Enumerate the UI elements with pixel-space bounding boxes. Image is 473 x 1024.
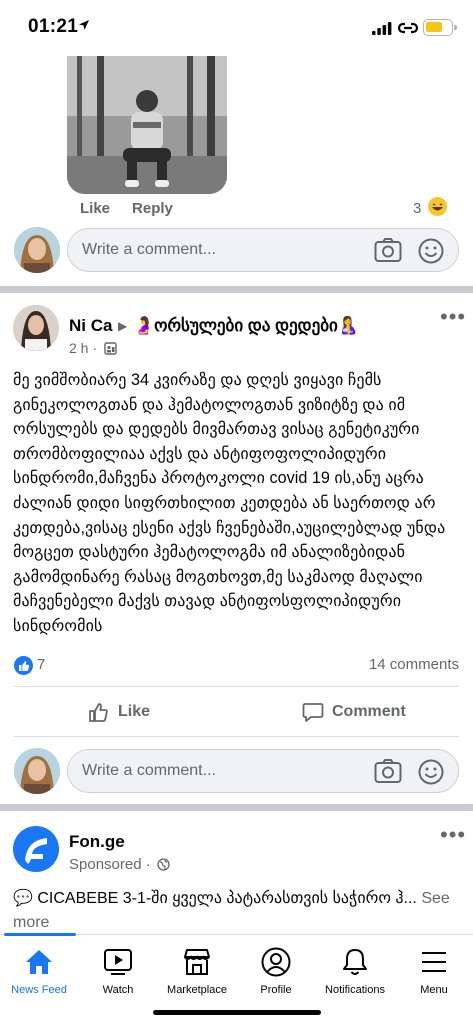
nav-label: Menu <box>420 984 448 996</box>
post-group-name[interactable]: 🤰ორსულები და დედები🤱 <box>133 316 359 336</box>
emoji-icon[interactable] <box>418 238 444 264</box>
menu-icon <box>422 952 446 972</box>
comment-input-placeholder: Write a comment... <box>82 762 216 779</box>
thumbs-up-icon <box>89 703 108 722</box>
signal-icon <box>372 22 392 35</box>
battery-icon <box>423 19 457 36</box>
post-like-label: Like <box>118 703 151 720</box>
active-tab-indicator <box>4 933 76 936</box>
nav-profile[interactable]: Profile <box>236 945 316 996</box>
home-indicator[interactable] <box>153 1010 321 1015</box>
nav-label: News Feed <box>11 984 67 996</box>
camera-icon[interactable] <box>374 237 402 263</box>
fon-ge-logo[interactable] <box>13 826 59 872</box>
comment-input-placeholder: Write a comment... <box>82 241 216 258</box>
current-user-avatar[interactable] <box>14 748 60 794</box>
nav-label: Notifications <box>325 984 385 996</box>
comment-input[interactable]: Write a comment... <box>67 228 459 272</box>
post-like-button[interactable]: Like <box>88 697 150 727</box>
sponsored-text: Sponsored · <box>69 856 151 873</box>
comment-reply-button[interactable]: Reply <box>132 200 173 217</box>
post-meta: 2 h · <box>69 340 117 356</box>
nav-notifications[interactable]: Notifications <box>315 945 395 996</box>
home-icon <box>26 950 52 974</box>
group-privacy-icon <box>104 342 117 355</box>
current-user-avatar[interactable] <box>14 227 60 273</box>
nav-label: Profile <box>260 984 292 996</box>
bell-icon <box>343 949 367 975</box>
haha-reaction-icon <box>428 197 447 216</box>
nav-news-feed[interactable]: News Feed <box>0 945 79 996</box>
ad-text: 💬 CICABEBE 3-1-ში ყველა პატარასთვის საჭი… <box>13 890 417 907</box>
watch-icon <box>104 949 132 975</box>
marketplace-icon <box>184 949 210 975</box>
emoji-icon[interactable] <box>418 759 444 785</box>
status-time: 01:21 <box>28 16 79 37</box>
nav-watch[interactable]: Watch <box>78 945 158 996</box>
post-time: 2 h · <box>69 340 98 356</box>
nav-label: Marketplace <box>167 984 227 996</box>
post-actions-top-divider <box>14 686 459 687</box>
comment-bubble-icon <box>302 703 324 722</box>
comment-like-button[interactable]: Like <box>80 200 110 217</box>
post-actions-bottom-divider <box>14 736 459 737</box>
like-reaction-icon <box>14 656 33 675</box>
nav-label: Watch <box>102 984 134 996</box>
sponsored-text-body: 💬 CICABEBE 3-1-ში ყველა პატარასთვის საჭი… <box>13 887 463 935</box>
status-bar: 01:21 <box>0 0 473 56</box>
post-author-name[interactable]: Ni Ca <box>69 316 112 336</box>
post-comment-label: Comment <box>332 703 406 720</box>
personal-hotspot-icon <box>398 22 418 34</box>
feed-divider <box>0 286 473 293</box>
globe-icon <box>157 858 170 871</box>
camera-icon[interactable] <box>374 758 402 784</box>
post-text: მე ვიმშობიარე 34 კვირაზე და დღეს ვიყავი … <box>13 371 446 635</box>
post-like-count[interactable]: 7 <box>37 656 45 673</box>
arrow-right-icon: ▶ <box>118 319 128 333</box>
nav-menu[interactable]: Menu <box>394 945 473 996</box>
sponsored-more-options-icon[interactable]: ••• <box>440 822 466 848</box>
sponsor-name[interactable]: Fon.ge <box>69 832 125 852</box>
comment-actions: Like Reply <box>80 200 195 217</box>
post-comment-button[interactable]: Comment <box>302 697 406 727</box>
comment-input[interactable]: Write a comment... <box>67 749 459 793</box>
comment-photo[interactable] <box>67 56 227 194</box>
post-comments-count[interactable]: 14 comments <box>369 656 459 673</box>
sponsored-label: Sponsored · <box>69 856 170 873</box>
post-more-options-icon[interactable]: ••• <box>440 304 466 330</box>
location-arrow-icon <box>79 20 89 30</box>
nav-marketplace[interactable]: Marketplace <box>157 945 237 996</box>
feed-divider <box>0 804 473 811</box>
comment-reaction-count[interactable]: 3 <box>413 200 421 217</box>
profile-icon <box>261 947 291 977</box>
post-author-avatar[interactable] <box>13 305 59 351</box>
